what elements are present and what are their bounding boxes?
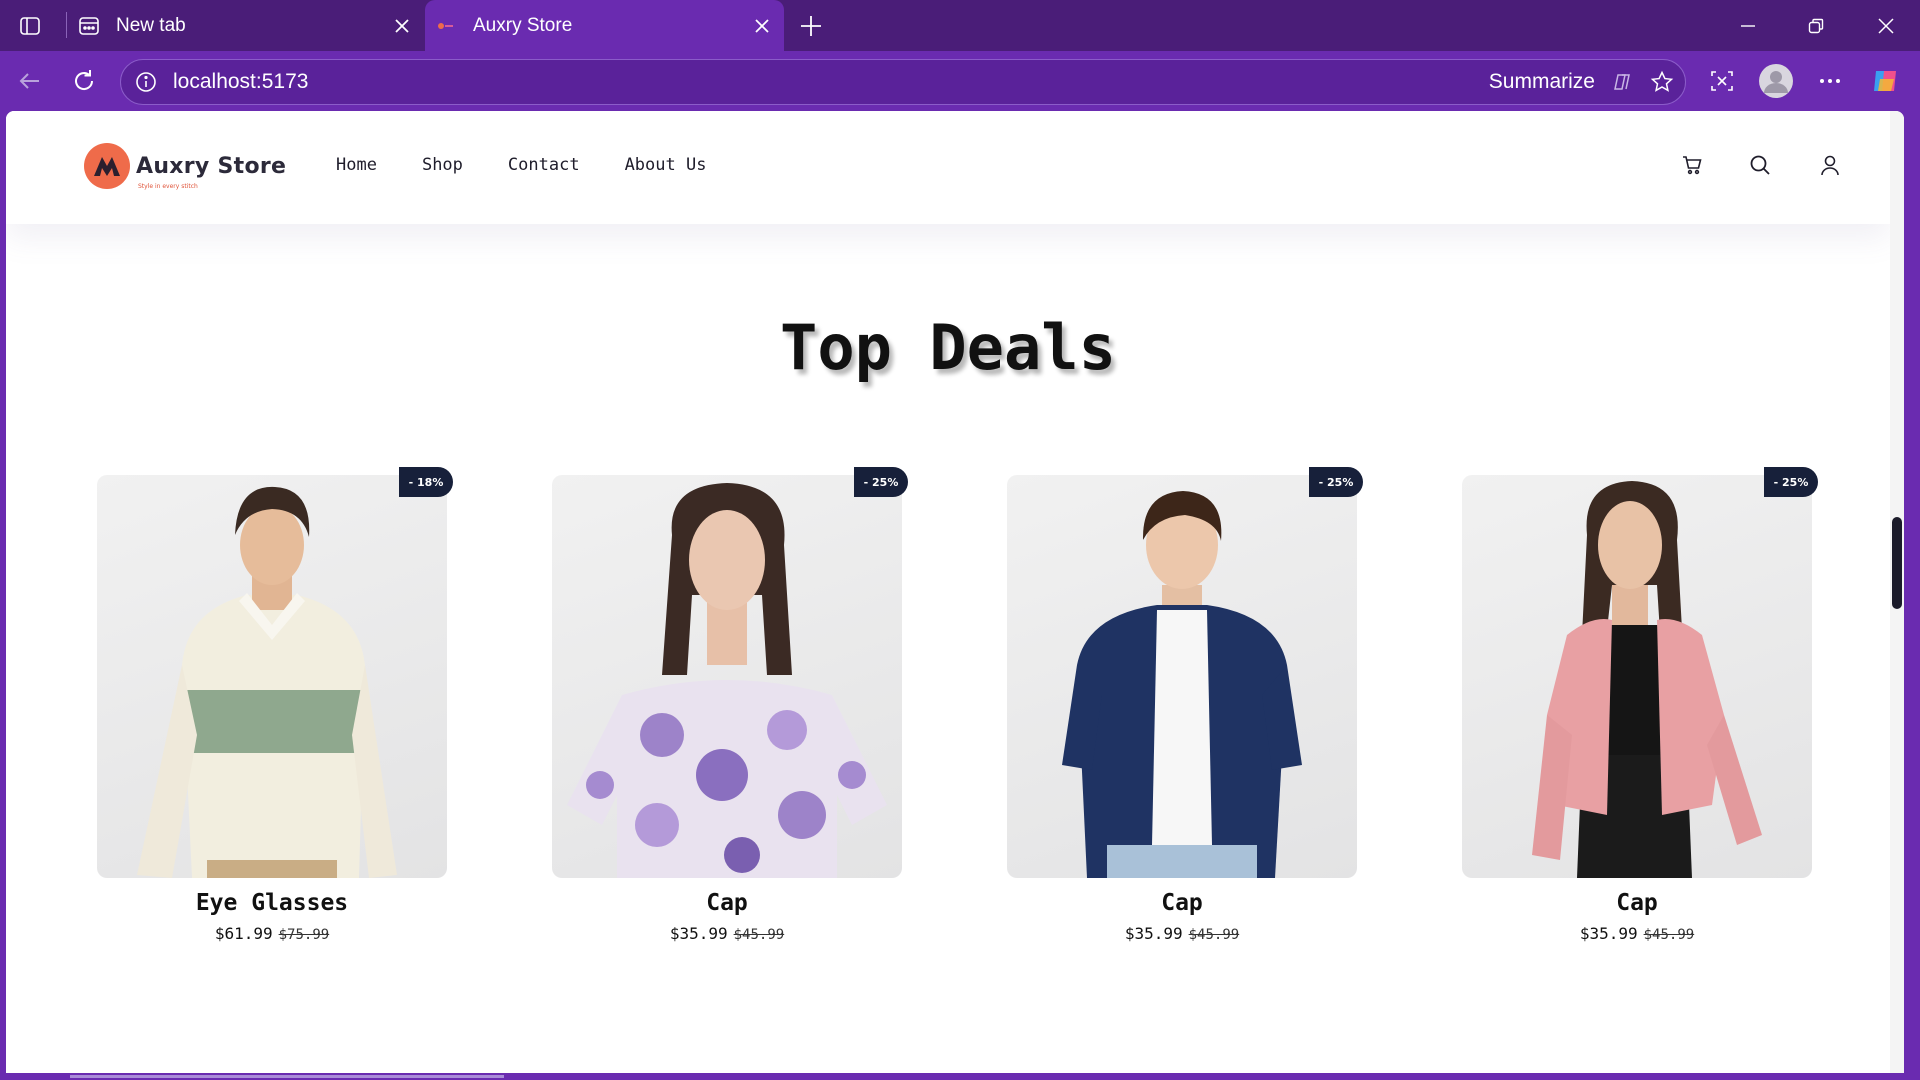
scrollbar-thumb[interactable] — [1892, 517, 1902, 609]
new-tab-plus-icon[interactable] — [794, 9, 828, 43]
nav-contact[interactable]: Contact — [508, 155, 580, 175]
product-price: $35.99 — [1579, 924, 1638, 943]
tab-title: New tab — [116, 14, 186, 36]
product-image[interactable] — [552, 475, 902, 878]
minimize-icon[interactable] — [1720, 0, 1776, 51]
product-card[interactable]: - 25% Cap $35.99 $45.99 — [1007, 467, 1363, 943]
screenshot-icon[interactable] — [1704, 63, 1740, 99]
product-price: $35.99 — [669, 924, 728, 943]
summarize-button[interactable]: Summarize — [1489, 70, 1595, 94]
product-name[interactable]: Eye Glasses — [97, 890, 447, 916]
product-image[interactable] — [1462, 475, 1812, 878]
nav-home[interactable]: Home — [336, 155, 377, 175]
close-tab-icon[interactable] — [382, 6, 422, 46]
product-card[interactable]: - 25% Cap $35.99 $45.99 — [552, 467, 908, 943]
product-old-price: $45.99 — [1643, 927, 1695, 943]
product-prices: $35.99 $45.99 — [552, 924, 902, 943]
discount-badge: - 25% — [1309, 467, 1363, 497]
product-image[interactable] — [1007, 475, 1357, 878]
product-name[interactable]: Cap — [552, 890, 902, 916]
url-text[interactable]: localhost:5173 — [173, 70, 1489, 94]
product-prices: $35.99 $45.99 — [1007, 924, 1357, 943]
search-icon[interactable] — [1746, 151, 1774, 179]
bottom-indicator — [70, 1075, 504, 1078]
profile-avatar-icon[interactable] — [1758, 63, 1794, 99]
logo-mark-icon — [84, 143, 130, 189]
refresh-icon[interactable] — [66, 63, 102, 99]
product-image[interactable] — [97, 475, 447, 878]
restore-icon[interactable] — [1788, 0, 1844, 51]
product-prices: $35.99 $45.99 — [1462, 924, 1812, 943]
section-title: Top Deals — [780, 311, 1116, 384]
site-logo[interactable]: Auxry Store Style in every stitch — [84, 143, 287, 190]
nav-shop[interactable]: Shop — [422, 155, 463, 175]
site-header: Auxry Store Style in every stitch Home S… — [6, 111, 1890, 224]
tab-actions-icon[interactable] — [14, 10, 46, 42]
product-name[interactable]: Cap — [1007, 890, 1357, 916]
product-card[interactable]: - 25% Cap $35.99 $45.99 — [1462, 467, 1818, 943]
discount-badge: - 18% — [399, 467, 453, 497]
brand-name: Auxry Store — [136, 153, 287, 179]
main-nav: Home Shop Contact About Us — [336, 155, 751, 175]
brand-tagline: Style in every stitch — [138, 182, 198, 190]
product-price: $35.99 — [1124, 924, 1183, 943]
tab-title: Auxry Store — [473, 14, 573, 36]
tab-auxry-store[interactable]: Auxry Store — [425, 0, 784, 51]
product-old-price: $75.99 — [278, 927, 330, 943]
more-options-icon[interactable] — [1812, 63, 1848, 99]
tab-separator — [66, 12, 67, 38]
back-arrow-icon[interactable] — [12, 63, 48, 99]
browser-tab-bar: New tab Auxry Store — [0, 0, 1920, 51]
product-prices: $61.99 $75.99 — [97, 924, 447, 943]
close-tab-icon[interactable] — [742, 6, 782, 46]
copilot-icon[interactable] — [1868, 63, 1904, 99]
nav-about-us[interactable]: About Us — [625, 155, 707, 175]
address-bar[interactable]: localhost:5173 Summarize — [120, 59, 1686, 105]
discount-badge: - 25% — [1764, 467, 1818, 497]
product-old-price: $45.99 — [1188, 927, 1240, 943]
bottom-edge — [0, 1073, 1920, 1080]
product-old-price: $45.99 — [733, 927, 785, 943]
discount-badge: - 25% — [854, 467, 908, 497]
account-icon[interactable] — [1816, 151, 1844, 179]
page-scrollbar[interactable] — [1890, 111, 1904, 1073]
close-window-icon[interactable] — [1858, 0, 1914, 51]
tab-new-tab[interactable]: New tab — [68, 0, 424, 51]
auxry-favicon-icon — [435, 15, 457, 37]
favorite-star-icon[interactable] — [1645, 65, 1679, 99]
product-name[interactable]: Cap — [1462, 890, 1812, 916]
product-card[interactable]: - 18% Eye Glasses $61.99 $75.99 — [97, 467, 453, 943]
copilot-summarize-icon[interactable] — [1605, 65, 1639, 99]
cart-icon[interactable] — [1678, 151, 1706, 179]
browser-toolbar: localhost:5173 Summarize — [0, 51, 1920, 111]
product-price: $61.99 — [214, 924, 273, 943]
page-viewport: Auxry Store Style in every stitch Home S… — [6, 111, 1904, 1073]
new-tab-favicon-icon — [78, 15, 100, 37]
site-info-icon[interactable] — [133, 69, 159, 95]
